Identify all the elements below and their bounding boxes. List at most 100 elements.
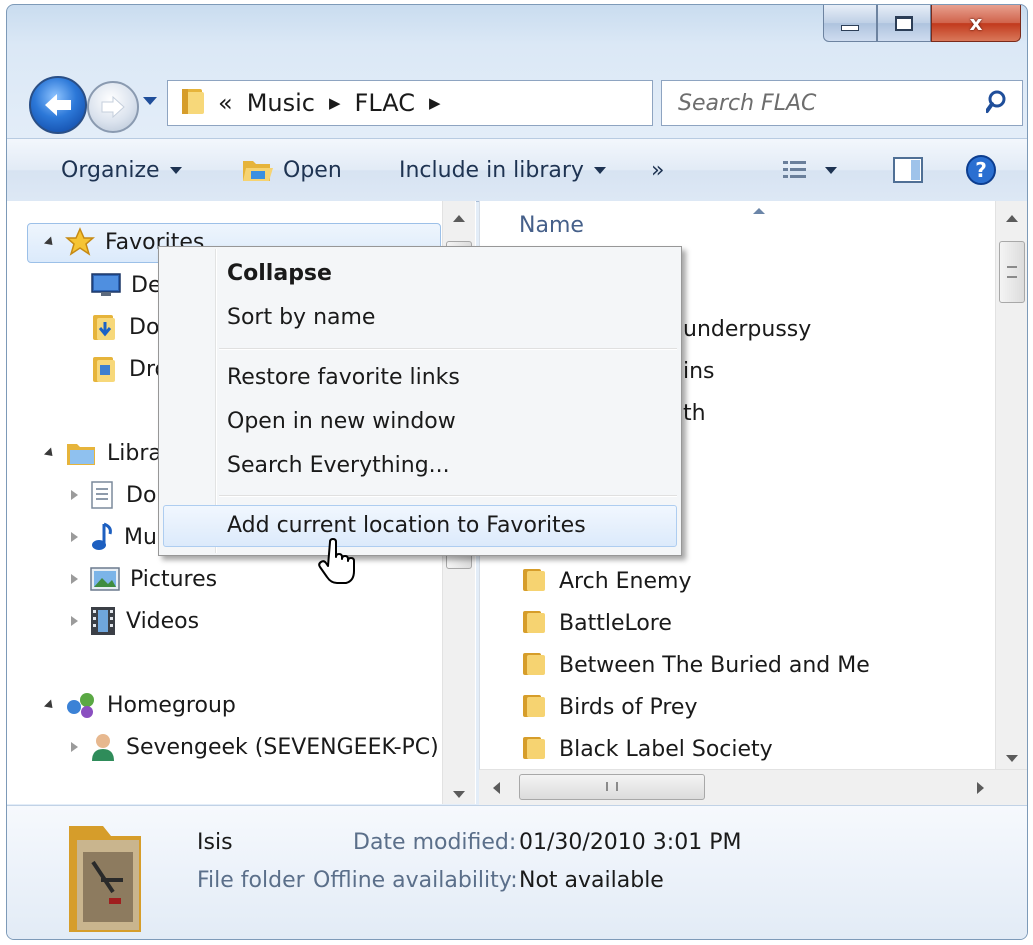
tree-label-homegroup: Homegroup (107, 692, 236, 718)
menu-separator (219, 348, 677, 350)
videos-icon (91, 607, 115, 635)
file-row-partial[interactable]: th (683, 395, 706, 431)
tree-item-homegroup[interactable]: Homegroup (43, 687, 236, 723)
scroll-thumb[interactable] (519, 774, 705, 800)
collapsed-arrow-icon[interactable] (71, 742, 78, 752)
folder-icon (180, 86, 206, 120)
column-header-name[interactable]: Name (519, 213, 584, 238)
collapsed-arrow-icon[interactable] (71, 532, 78, 542)
file-row-black-label-society[interactable]: Black Label Society (559, 731, 773, 767)
forward-button[interactable] (87, 81, 139, 133)
grip-icon (606, 782, 618, 791)
help-button[interactable]: ? (965, 139, 997, 201)
tree-item-dropbox[interactable]: Dro (91, 351, 168, 387)
back-button[interactable] (29, 76, 87, 134)
file-row-battlelore[interactable]: BattleLore (559, 605, 672, 641)
file-list-horizontal-scrollbar[interactable] (479, 769, 1027, 805)
tree-label-music: Mu (124, 524, 157, 550)
documents-icon (91, 481, 113, 509)
file-row-birds-of-prey[interactable]: Birds of Prey (559, 689, 697, 725)
desktop-icon (91, 273, 121, 296)
scroll-thumb[interactable] (999, 241, 1025, 303)
preview-pane-button[interactable] (893, 139, 923, 201)
address-overflow[interactable]: « (218, 89, 233, 117)
scroll-down-arrow-icon[interactable] (1006, 755, 1018, 762)
expanded-arrow-icon[interactable] (43, 446, 57, 460)
homegroup-icon (67, 693, 94, 718)
maximize-button[interactable] (877, 5, 931, 42)
collapsed-arrow-icon[interactable] (71, 616, 78, 626)
open-label: Open (283, 157, 342, 183)
file-row-between-the-buried-and-me[interactable]: Between The Buried and Me (559, 647, 870, 683)
scroll-right-arrow-icon[interactable] (977, 782, 984, 794)
menu-item-restore-favorite-links[interactable]: Restore favorite links (227, 357, 460, 397)
tree-item-documents[interactable]: Do (71, 477, 156, 513)
downloads-folder-icon (93, 315, 115, 340)
folder-thumbnail-icon (69, 826, 141, 932)
offline-availability-label: Offline availability: (313, 868, 518, 893)
file-row-arch-enemy[interactable]: Arch Enemy (559, 563, 691, 599)
more-commands-button[interactable]: » (651, 139, 664, 201)
collapsed-arrow-icon[interactable] (71, 574, 78, 584)
selected-item-name: Isis (197, 830, 233, 855)
recent-pages-dropdown[interactable] (143, 97, 157, 105)
caption-buttons: x (823, 5, 1021, 43)
search-input[interactable] (676, 89, 980, 117)
back-arrow-icon (45, 94, 71, 116)
open-button[interactable]: Open (241, 139, 342, 201)
breadcrumb-music[interactable]: Music (247, 89, 315, 117)
tree-item-pictures[interactable]: Pictures (71, 561, 217, 597)
menu-item-add-current-location-to-favorites[interactable]: Add current location to Favorites (227, 505, 586, 545)
preview-pane-icon (893, 157, 923, 183)
help-icon: ? (966, 155, 996, 185)
file-row-partial[interactable]: underpussy (683, 311, 811, 347)
menu-item-open-in-new-window[interactable]: Open in new window (227, 401, 456, 441)
scroll-down-arrow-icon[interactable] (453, 791, 465, 798)
expanded-arrow-icon[interactable] (43, 235, 57, 249)
tree-label-documents: Do (126, 482, 157, 508)
close-button[interactable]: x (931, 5, 1021, 42)
search-icon[interactable] (985, 89, 1012, 119)
tree-item-sevengeek[interactable]: Sevengeek (SEVENGEEK-PC) (71, 729, 439, 765)
tree-label-pictures: Pictures (130, 566, 218, 592)
tree-item-desktop[interactable]: De (91, 267, 161, 303)
favorites-context-menu: Collapse Sort by name Restore favorite l… (158, 246, 682, 556)
dropdown-arrow-icon (593, 166, 606, 174)
tree-label-libraries: Libra (107, 440, 162, 466)
scroll-up-arrow-icon[interactable] (453, 215, 465, 222)
view-details-icon (783, 161, 806, 178)
search-box[interactable] (661, 80, 1023, 126)
file-row-partial[interactable]: ins (683, 353, 715, 389)
details-pane: Isis File folder Date modified: 01/30/20… (7, 805, 1027, 939)
date-modified-value: 01/30/2010 3:01 PM (519, 830, 742, 855)
tree-label-videos: Videos (126, 608, 200, 634)
dropdown-arrow-icon (169, 166, 182, 174)
folder-icon (521, 735, 547, 759)
star-icon (65, 227, 95, 256)
scroll-left-arrow-icon[interactable] (493, 782, 500, 794)
breadcrumb-flac[interactable]: FLAC (355, 89, 415, 117)
breadcrumb-chevron-icon[interactable]: ▶ (429, 94, 441, 112)
tree-item-music[interactable]: Mu (71, 519, 157, 555)
folder-icon (521, 651, 547, 675)
menu-item-sort-by-name[interactable]: Sort by name (227, 297, 375, 337)
tree-item-libraries[interactable]: Libra (43, 435, 162, 471)
tree-item-videos[interactable]: Videos (71, 603, 199, 639)
sort-ascending-icon[interactable] (753, 208, 765, 214)
music-note-icon (92, 522, 112, 550)
tree-item-downloads[interactable]: Do (91, 309, 159, 345)
change-view-button[interactable] (783, 139, 837, 201)
minimize-button[interactable] (823, 5, 877, 42)
expanded-arrow-icon[interactable] (43, 698, 57, 712)
scroll-up-arrow-icon[interactable] (1006, 215, 1018, 222)
menu-item-search-everything[interactable]: Search Everything... (227, 445, 450, 485)
address-bar[interactable]: « Music ▶ FLAC ▶ (167, 80, 792, 126)
menu-item-collapse[interactable]: Collapse (227, 253, 332, 293)
organize-label: Organize (61, 157, 160, 183)
pictures-icon (90, 567, 120, 591)
file-list-vertical-scrollbar[interactable] (995, 201, 1027, 769)
organize-button[interactable]: Organize (61, 139, 182, 201)
include-in-library-button[interactable]: Include in library (399, 139, 606, 201)
breadcrumb-chevron-icon[interactable]: ▶ (329, 94, 341, 112)
collapsed-arrow-icon[interactable] (71, 490, 78, 500)
